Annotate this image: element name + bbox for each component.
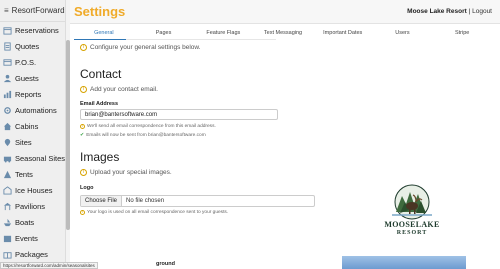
tab-stripe[interactable]: Stripe — [432, 27, 492, 39]
calendar-icon — [3, 26, 12, 35]
sidebar-nav: Reservations Quotes P.O.S. Guests Reports Aut… — [0, 22, 65, 262]
packages-icon — [3, 250, 12, 259]
sidebar-item-boats[interactable]: Boats — [0, 214, 65, 230]
sidebar-item-label: Packages — [15, 249, 48, 259]
menu-icon[interactable]: ≡ — [4, 6, 9, 15]
sidebar-item-label: Pavilions — [15, 201, 46, 211]
sidebar-item-label: Cabins — [15, 121, 39, 131]
logo-note-text: Your logo is used on all email correspon… — [87, 210, 229, 215]
moose-logo-graphic — [392, 184, 432, 220]
info-icon: i — [80, 169, 87, 176]
app-brand[interactable]: ≡ ResortForward — [0, 0, 65, 22]
sidebar-item-sites[interactable]: Sites — [0, 134, 65, 150]
top-right: Moose Lake Resort | Logout — [407, 8, 492, 15]
contact-heading: Contact — [80, 67, 122, 81]
contact-hint-text: Add your contact email. — [90, 86, 158, 93]
logo-file-input[interactable]: Choose File No file chosen — [80, 195, 315, 207]
sidebar-item-packages[interactable]: Packages — [0, 246, 65, 262]
sidebar: ≡ ResortForward Reservations Quotes P.O.S.… — [0, 0, 66, 269]
sidebar-item-cabins[interactable]: Cabins — [0, 118, 65, 134]
choose-file-button[interactable]: Choose File — [81, 196, 123, 206]
sidebar-item-automations[interactable]: Automations — [0, 102, 65, 118]
sidebar-item-reservations[interactable]: Reservations — [0, 22, 65, 38]
sidebar-item-quotes[interactable]: Quotes — [0, 38, 65, 54]
sidebar-item-reports[interactable]: Reports — [0, 86, 65, 102]
boat-icon — [3, 218, 12, 227]
email-confirm-text: Emails will now be sent from brian@bante… — [86, 132, 206, 138]
logo-note: i Your logo is used on all email corresp… — [80, 210, 228, 215]
sidebar-item-ice-houses[interactable]: Ice Houses — [0, 182, 65, 198]
background-image-preview — [342, 256, 466, 269]
top-bar: Settings Moose Lake Resort | Logout — [70, 0, 500, 24]
tab-general[interactable]: General — [74, 27, 134, 39]
sidebar-item-label: Events — [15, 233, 38, 243]
pos-icon — [3, 58, 12, 67]
email-label: Email Address — [80, 101, 119, 107]
intro-hint: i Configure your general settings below. — [80, 44, 201, 51]
images-hint-text: Upload your special images. — [90, 169, 172, 176]
ice-house-icon — [3, 185, 12, 195]
resort-logo: MOOSELAKE RESORT — [378, 182, 446, 244]
images-heading: Images — [80, 150, 120, 164]
status-bar-url: https://resortforward.com/admin/seasonal… — [0, 262, 98, 269]
pavilion-icon — [3, 202, 12, 211]
reports-icon — [3, 90, 12, 99]
info-icon: i — [80, 86, 87, 93]
sidebar-item-label: Reservations — [15, 25, 59, 35]
tab-important-dates[interactable]: Important Dates — [313, 27, 373, 39]
sidebar-item-label: Tents — [15, 169, 33, 179]
app-name: ResortForward — [11, 6, 65, 15]
logo-label: Logo — [80, 185, 94, 191]
contact-hint: i Add your contact email. — [80, 86, 158, 93]
sidebar-item-label: Automations — [15, 105, 57, 115]
sites-icon — [3, 138, 12, 147]
separator: | — [468, 8, 471, 15]
tent-icon — [3, 170, 12, 179]
sidebar-item-label: Guests — [15, 73, 39, 83]
sidebar-item-label: Seasonal Sites — [15, 153, 66, 163]
info-icon: i — [80, 124, 85, 129]
info-icon: i — [80, 44, 87, 51]
background-label: ground — [156, 261, 175, 267]
sidebar-item-events[interactable]: Events — [0, 230, 65, 246]
seasonal-icon — [3, 154, 12, 163]
email-confirm: ✔ Emails will now be sent from brian@ban… — [80, 132, 206, 138]
sidebar-item-label: Ice Houses — [15, 185, 53, 195]
sidebar-item-pavilions[interactable]: Pavilions — [0, 198, 65, 214]
info-icon: i — [80, 210, 85, 215]
cabin-icon — [3, 122, 12, 131]
sidebar-item-guests[interactable]: Guests — [0, 70, 65, 86]
automation-icon — [3, 106, 12, 115]
sidebar-item-seasonal-sites[interactable]: Seasonal Sites — [0, 150, 65, 166]
tab-divider — [126, 39, 276, 40]
logo-text-line1: MOOSELAKE — [384, 220, 440, 229]
guests-icon — [3, 74, 12, 83]
logo-text-line2: RESORT — [396, 230, 428, 236]
sidebar-item-label: Quotes — [15, 41, 40, 51]
quote-icon — [3, 41, 12, 51]
sidebar-item-p-o-s[interactable]: P.O.S. — [0, 54, 65, 70]
email-note-text: We'll send all email correspondence from… — [87, 124, 216, 129]
email-note: i We'll send all email correspondence fr… — [80, 124, 216, 129]
images-hint: i Upload your special images. — [80, 169, 172, 176]
resort-name: Moose Lake Resort — [407, 8, 467, 15]
sidebar-item-label: Reports — [15, 89, 42, 99]
tab-text-messaging[interactable]: Text Messaging — [253, 27, 313, 39]
check-icon: ✔ — [80, 132, 85, 138]
active-tab-underline — [74, 39, 126, 40]
tab-feature-flags[interactable]: Feature Flags — [193, 27, 253, 39]
logout-link[interactable]: Logout — [472, 8, 492, 15]
tab-pages[interactable]: Pages — [134, 27, 194, 39]
events-icon — [3, 234, 12, 243]
sidebar-item-label: Sites — [15, 137, 32, 147]
sidebar-item-label: P.O.S. — [15, 57, 37, 67]
settings-tabs: General Pages Feature Flags Text Messaging I… — [74, 27, 492, 39]
page-title: Settings — [74, 4, 126, 19]
file-name: No file chosen — [126, 198, 165, 204]
tab-users[interactable]: Users — [373, 27, 433, 39]
sidebar-item-label: Boats — [15, 217, 35, 227]
email-field[interactable]: brian@bantersoftware.com — [80, 109, 278, 120]
sidebar-item-tents[interactable]: Tents — [0, 166, 65, 182]
intro-text: Configure your general settings below. — [90, 44, 201, 51]
